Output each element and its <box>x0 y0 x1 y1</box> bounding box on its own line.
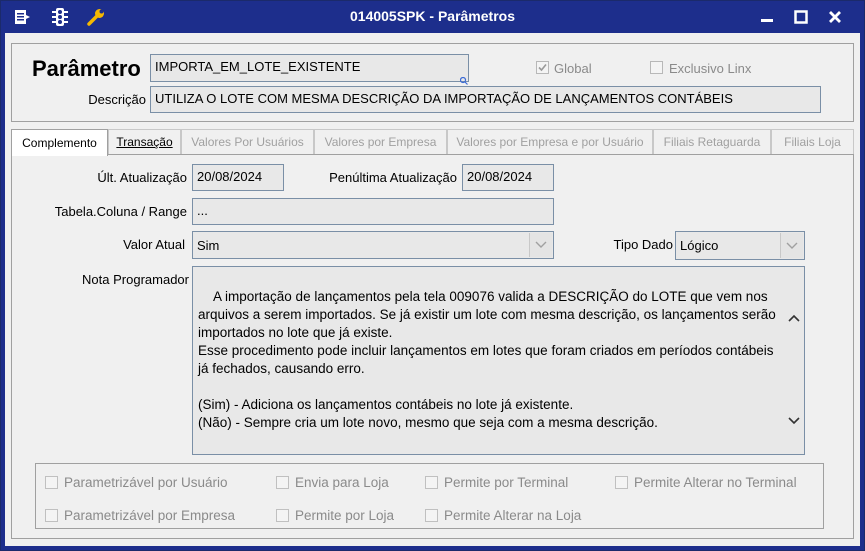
nota-programador-text: A importação de lançamentos pela tela 00… <box>198 289 776 430</box>
permite-alterar-terminal-box[interactable] <box>615 475 628 489</box>
global-checkbox[interactable] <box>536 61 549 74</box>
nota-programador-memo[interactable]: A importação de lançamentos pela tela 00… <box>192 266 805 455</box>
scroll-up-icon[interactable] <box>788 273 804 345</box>
parameter-name-field[interactable]: IMPORTA_EM_LOTE_EXISTENTE <box>150 54 469 82</box>
param-empresa-label: Parametrizável por Empresa <box>64 507 236 523</box>
minimize-icon[interactable] <box>753 5 781 29</box>
scroll-down-icon[interactable] <box>788 376 804 448</box>
valor-atual-select[interactable]: Sim <box>192 231 554 259</box>
tab-strip: Complemento Transação Valores Por Usuári… <box>11 129 854 156</box>
tipo-dado-select[interactable]: Lógico <box>675 231 805 260</box>
envia-loja-checkbox[interactable]: Envia para Loja <box>276 473 389 491</box>
permite-terminal-checkbox[interactable]: Permite por Terminal <box>425 473 568 491</box>
permite-loja-label: Permite por Loja <box>295 507 395 523</box>
permite-loja-box[interactable] <box>276 508 289 522</box>
tipo-dado-value: Lógico <box>680 238 719 253</box>
ult-atualizacao-label: Últ. Atualização <box>97 170 187 185</box>
permite-alterar-loja-checkbox[interactable]: Permite Alterar na Loja <box>425 506 581 524</box>
tab-filiais-retaguarda[interactable]: Filiais Retaguarda <box>653 129 771 154</box>
param-usuario-checkbox[interactable]: Parametrizável por Usuário <box>45 473 228 491</box>
permite-loja-checkbox[interactable]: Permite por Loja <box>276 506 394 524</box>
window-border-right <box>860 33 864 550</box>
tab-valores-por-empresa[interactable]: Valores por Empresa <box>314 129 447 154</box>
parameter-header-panel: Parâmetro IMPORTA_EM_LOTE_EXISTENTE Glob… <box>11 43 854 122</box>
window-border-left <box>1 33 5 550</box>
param-empresa-box[interactable] <box>45 508 58 522</box>
dropdown-arrow-icon[interactable] <box>780 233 803 258</box>
maximize-icon[interactable] <box>787 5 815 29</box>
envia-loja-box[interactable] <box>276 475 289 489</box>
tipo-dado-label: Tipo Dado <box>613 237 674 252</box>
resize-grip-icon <box>459 73 468 85</box>
permite-terminal-label: Permite por Terminal <box>444 474 569 490</box>
tab-valores-por-empresa-e-usuario[interactable]: Valores por Empresa e por Usuário <box>447 129 653 154</box>
param-usuario-box[interactable] <box>45 475 58 489</box>
valor-atual-label: Valor Atual <box>123 237 185 252</box>
window: 014005SPK - Parâmetros Parâmetro IMPORTA… <box>0 0 865 551</box>
descricao-field[interactable]: UTILIZA O LOTE COM MESMA DESCRIÇÃO DA IM… <box>150 86 821 113</box>
nota-programador-label: Nota Programador <box>82 272 189 287</box>
exclusivo-linx-label: Exclusivo Linx <box>669 61 752 76</box>
tab-transacao[interactable]: Transação <box>108 129 181 154</box>
permite-alterar-loja-box[interactable] <box>425 508 438 522</box>
permite-terminal-box[interactable] <box>425 475 438 489</box>
envia-loja-label: Envia para Loja <box>295 474 389 490</box>
exclusivo-linx-checkbox[interactable] <box>650 61 663 74</box>
memo-scrollbar[interactable] <box>784 267 804 454</box>
close-icon[interactable] <box>821 5 849 29</box>
permite-alterar-terminal-label: Permite Alterar no Terminal <box>634 474 797 490</box>
tab-valores-por-usuarios[interactable]: Valores Por Usuários <box>181 129 314 154</box>
param-usuario-label: Parametrizável por Usuário <box>64 474 228 490</box>
dropdown-arrow-icon[interactable] <box>529 233 552 257</box>
descricao-label: Descrição <box>88 92 146 107</box>
param-empresa-checkbox[interactable]: Parametrizável por Empresa <box>45 506 235 524</box>
tab-filiais-loja[interactable]: Filiais Loja <box>771 129 854 154</box>
title-bar[interactable]: 014005SPK - Parâmetros <box>1 1 864 33</box>
ult-atualizacao-field[interactable]: 20/08/2024 <box>192 164 284 191</box>
valor-atual-value: Sim <box>197 238 220 253</box>
penultima-atualizacao-label: Penúltima Atualização <box>329 170 457 185</box>
parameter-heading: Parâmetro <box>32 56 141 81</box>
penultima-atualizacao-field[interactable]: 20/08/2024 <box>462 164 554 191</box>
tabela-coluna-label: Tabela.Coluna / Range <box>54 204 187 219</box>
global-label: Global <box>554 61 592 76</box>
permite-alterar-terminal-checkbox[interactable]: Permite Alterar no Terminal <box>615 473 797 491</box>
tabela-coluna-field[interactable]: ... <box>192 198 554 225</box>
window-title: 014005SPK - Parâmetros <box>350 8 515 24</box>
window-border-bottom <box>1 546 864 550</box>
tab-complemento[interactable]: Complemento <box>11 129 108 156</box>
permite-alterar-loja-label: Permite Alterar na Loja <box>444 507 582 523</box>
